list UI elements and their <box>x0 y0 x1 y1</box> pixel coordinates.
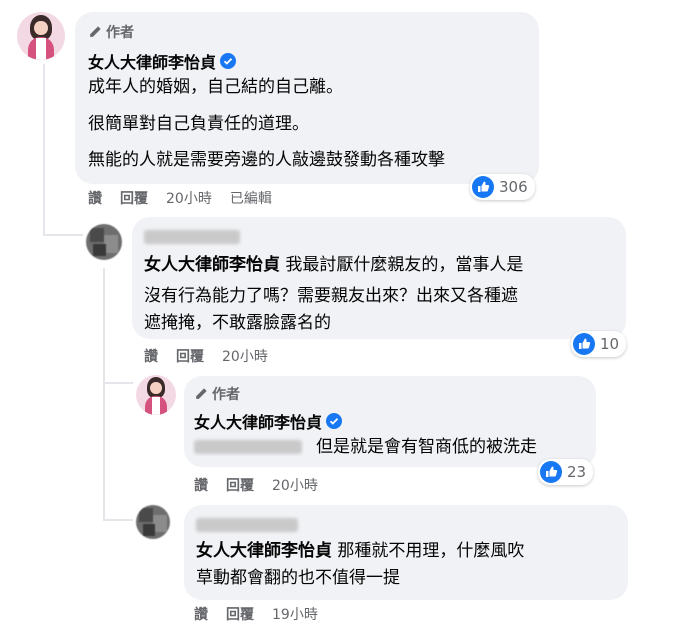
reply-text-line-2: 草動都會翻的也不值得一提 <box>196 568 400 588</box>
thread-line-branch <box>43 234 83 236</box>
commenter-name-row: 女人大律師李怡貞 <box>88 49 237 73</box>
commenter-name-row: 女人大律師李怡貞 <box>194 409 343 433</box>
reply-text-line-1: 女人大律師李怡貞 我最討厭什麼親友的，當事人是 <box>144 252 523 278</box>
thread-line-sub-branch2 <box>103 519 133 521</box>
reply-text-1: 我最討厭什麼親友的，當事人是 <box>285 255 524 275</box>
like-reaction-icon <box>540 461 562 483</box>
timestamp[interactable]: 19小時 <box>272 604 318 624</box>
like-button[interactable]: 讚 <box>144 346 158 366</box>
mention-link[interactable]: 女人大律師李怡貞 <box>196 541 332 561</box>
reaction-count-badge[interactable]: 10 <box>571 331 627 357</box>
comment-text-line-3: 無能的人就是需要旁邊的人敲邊鼓發動各種攻擊 <box>88 150 445 170</box>
reply-text-1: 那種就不用理，什麼風吹 <box>337 541 525 561</box>
like-button[interactable]: 讚 <box>88 188 102 208</box>
author-tag-label: 作者 <box>212 387 240 403</box>
reply-text-line-2: 沒有行為能力了嗎？需要親友出來？出來又各種遮 <box>144 286 518 306</box>
thread-line-sub <box>103 268 105 520</box>
reply-button[interactable]: 回覆 <box>226 604 254 624</box>
reaction-count-badge[interactable]: 306 <box>470 174 535 200</box>
thread-line-sub-branch1 <box>103 382 133 384</box>
reply-text-line-1: 女人大律師李怡貞 那種就不用理，什麼風吹 <box>196 538 524 564</box>
reply-button[interactable]: 回覆 <box>120 188 148 208</box>
reply-actions: 讚 回覆 20小時 <box>144 346 286 366</box>
timestamp[interactable]: 20小時 <box>272 475 318 495</box>
reply-avatar-blurred[interactable] <box>136 505 170 539</box>
thread-line-main <box>43 64 45 236</box>
like-button[interactable]: 讚 <box>194 604 208 624</box>
edited-label[interactable]: 已編輯 <box>230 188 272 208</box>
commenter-name[interactable]: 女人大律師李怡貞 <box>88 49 216 73</box>
author-avatar[interactable] <box>136 375 176 415</box>
comment-actions: 讚 回覆 20小時 已編輯 <box>88 188 290 208</box>
pencil-icon <box>196 388 207 399</box>
reaction-count: 23 <box>567 463 587 481</box>
reply-text-line: 但是就是會有智商低的被洗走 <box>194 434 537 460</box>
reply-avatar-blurred[interactable] <box>86 224 122 260</box>
comment-text-line-2: 很簡單對自己負責任的道理。 <box>88 114 309 134</box>
comment-text-line-1: 成年人的婚姻，自己結的自己離。 <box>88 77 343 97</box>
blurred-mention <box>194 440 302 454</box>
verified-badge-icon <box>326 413 343 429</box>
blurred-username <box>144 226 240 245</box>
author-tag: 作者 <box>88 22 134 42</box>
like-reaction-icon <box>472 176 494 198</box>
reply-actions: 讚 回覆 20小時 <box>194 475 336 495</box>
reaction-count: 306 <box>499 178 528 196</box>
like-reaction-icon <box>573 333 595 355</box>
blurred-username <box>196 514 298 533</box>
author-avatar[interactable] <box>17 12 65 60</box>
reply-button[interactable]: 回覆 <box>176 346 204 366</box>
author-tag: 作者 <box>194 384 240 404</box>
reply-actions: 讚 回覆 19小時 <box>194 604 336 624</box>
reply-button[interactable]: 回覆 <box>226 475 254 495</box>
reaction-count: 10 <box>600 335 620 353</box>
mention-link[interactable]: 女人大律師李怡貞 <box>144 255 280 275</box>
reply-text-line-3: 遮掩掩，不敢露臉露名的 <box>144 313 331 333</box>
timestamp[interactable]: 20小時 <box>166 188 212 208</box>
pencil-icon <box>90 26 101 37</box>
commenter-name[interactable]: 女人大律師李怡貞 <box>194 409 322 433</box>
timestamp[interactable]: 20小時 <box>222 346 268 366</box>
reaction-count-badge[interactable]: 23 <box>538 459 594 485</box>
reply-text: 但是就是會有智商低的被洗走 <box>316 437 537 457</box>
verified-badge-icon <box>220 53 237 69</box>
like-button[interactable]: 讚 <box>194 475 208 495</box>
author-tag-label: 作者 <box>106 25 134 41</box>
